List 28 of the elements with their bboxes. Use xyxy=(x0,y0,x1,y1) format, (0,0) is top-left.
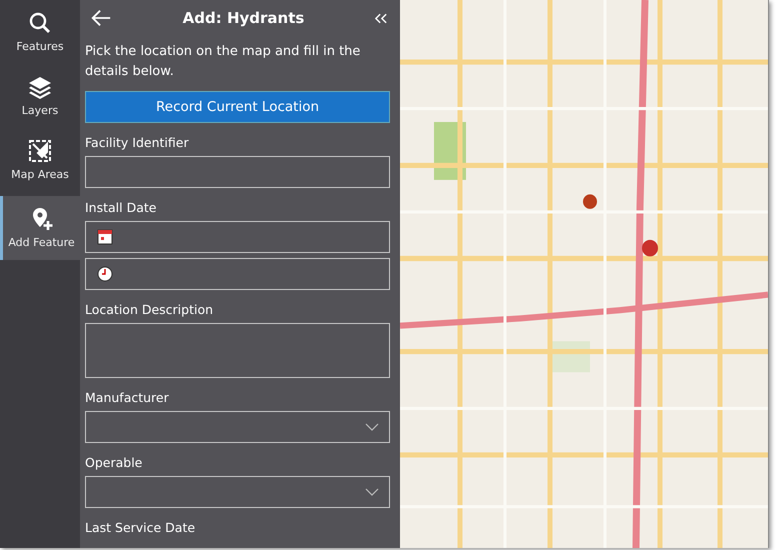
sidebar-tab[interactable]: Add Feature xyxy=(0,196,80,260)
field-label: Manufacturer xyxy=(85,390,170,405)
sidebar-tab[interactable]: Features xyxy=(0,0,80,64)
date-field[interactable] xyxy=(85,221,390,253)
search-icon xyxy=(28,11,52,35)
text-area[interactable] xyxy=(85,323,390,378)
chevron-icon xyxy=(365,488,379,496)
field-label: Last Service Date xyxy=(85,520,196,535)
clock-icon xyxy=(97,266,113,282)
chevron-icon xyxy=(365,423,379,431)
calendar-icon xyxy=(97,229,113,245)
panel-title: Add: Hydrants xyxy=(182,9,306,27)
field-label: Location Description xyxy=(85,302,214,317)
record-location-button[interactable]: Record Current Location xyxy=(85,91,390,123)
field-label: Operable xyxy=(85,455,144,470)
back-arrow-icon[interactable] xyxy=(90,7,112,29)
layers-icon xyxy=(28,75,52,99)
dropdown[interactable] xyxy=(85,476,390,508)
input-field[interactable] xyxy=(85,156,390,188)
field-label: Facility Identifier xyxy=(85,135,190,150)
collapse-icon[interactable] xyxy=(375,12,387,24)
sidebar-tab[interactable]: Map Areas xyxy=(0,128,80,192)
instruction-text: Pick the location on the map and fill in the details below. xyxy=(85,43,362,81)
dropdown[interactable] xyxy=(85,411,390,443)
map-area-icon xyxy=(28,139,52,163)
field-label: Install Date xyxy=(85,200,158,215)
time-field[interactable] xyxy=(85,258,390,290)
sidebar-tab[interactable]: Layers xyxy=(0,64,80,128)
